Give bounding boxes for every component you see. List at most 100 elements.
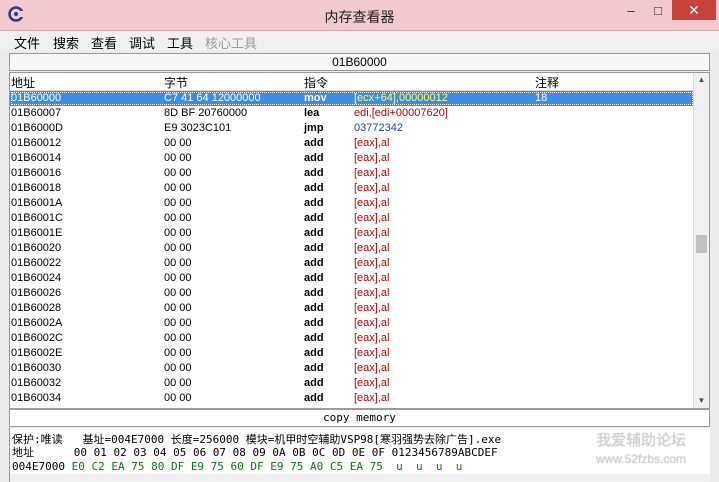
row-opcode: add [304, 242, 324, 254]
row-bytes: 00 00 [164, 182, 192, 194]
instruction-row[interactable]: 01B60016 00 00 add [eax],al [10, 166, 694, 181]
hex-header-line: 地址 00 01 02 03 04 05 06 07 08 09 0A 0B 0… [12, 446, 498, 459]
row-address: 01B60032 [11, 377, 62, 389]
window-title: 内存查看器 [324, 9, 395, 25]
instruction-row[interactable]: 01B60028 00 00 add [eax],al [10, 301, 694, 316]
row-address: 01B6001E [11, 227, 63, 239]
instruction-row[interactable]: 01B60014 00 00 add [eax],al [10, 151, 694, 166]
row-comment: 18 [535, 92, 548, 104]
instruction-row[interactable]: 01B60000 C7 41 64 12000000 mov [ecx+64],000… [10, 91, 694, 106]
row-opcode: add [304, 392, 324, 404]
row-opcode: add [304, 152, 324, 164]
instruction-row[interactable]: 01B6001A 00 00 add [eax],al [10, 196, 694, 211]
instruction-row[interactable]: 01B6002E 00 00 add [eax],al [10, 346, 694, 361]
row-address: 01B6001C [11, 212, 63, 224]
instruction-row[interactable]: 01B6001E 00 00 add [eax],al [10, 226, 694, 241]
hex-row-address: 004E7000 [12, 460, 65, 473]
row-bytes: 00 00 [164, 302, 192, 314]
vertical-scrollbar[interactable]: ▲ ▼ [693, 73, 709, 408]
row-bytes: 00 00 [164, 212, 192, 224]
disassembler-view[interactable]: 地址 字节 指令 注释 01B60000 C7 41 64 12000000 mov… [9, 72, 710, 409]
instruction-row[interactable]: 01B60022 00 00 add [eax],al [10, 256, 694, 271]
instruction-row[interactable]: 01B60032 00 00 add [eax],al [10, 376, 694, 391]
row-opcode: add [304, 257, 324, 269]
row-address: 01B60024 [11, 272, 62, 284]
instruction-row[interactable]: 01B60026 00 00 add [eax],al [10, 286, 694, 301]
row-address: 01B60014 [11, 152, 62, 164]
row-operands: 03772342 [354, 122, 403, 134]
menu-debug[interactable]: 调试 [129, 33, 155, 52]
instruction-row[interactable]: 01B60018 00 00 add [eax],al [10, 181, 694, 196]
row-address: 01B6001A [11, 197, 63, 209]
row-bytes: 00 00 [164, 167, 192, 179]
row-opcode: add [304, 182, 324, 194]
row-address: 01B60026 [11, 287, 62, 299]
row-address: 01B6002C [11, 332, 63, 344]
row-bytes: 00 00 [164, 197, 192, 209]
row-operands: [eax],al [354, 362, 390, 374]
row-operands: [eax],al [354, 242, 390, 254]
row-operands: [eax],al [354, 272, 390, 284]
instruction-row[interactable]: 01B60030 00 00 add [eax],al [10, 361, 694, 376]
hex-view[interactable]: 保护:唯读 基址=004E7000 长度=256000 模块=机甲时空辅助VSP… [9, 428, 710, 482]
menu-tools[interactable]: 工具 [167, 33, 193, 52]
row-address: 01B60018 [11, 182, 62, 194]
scroll-up-icon[interactable]: ▲ [694, 73, 709, 87]
menu-search[interactable]: 搜索 [53, 33, 79, 52]
row-bytes: 00 00 [164, 227, 192, 239]
instruction-row[interactable]: 01B60020 00 00 add [eax],al [10, 241, 694, 256]
instruction-row[interactable]: 01B60007 8D BF 20760000 lea edi,[edi+000076… [10, 106, 694, 121]
row-operands: [eax],al [354, 332, 390, 344]
menu-kernel-tools[interactable]: 核心工具 [205, 33, 257, 52]
row-opcode: add [304, 347, 324, 359]
row-bytes: 00 00 [164, 377, 192, 389]
row-address: 01B60034 [11, 392, 62, 404]
instruction-row[interactable]: 01B6002A 00 00 add [eax],al [10, 316, 694, 331]
instruction-row[interactable]: 01B60024 00 00 add [eax],al [10, 271, 694, 286]
row-address: 01B6002A [11, 317, 63, 329]
row-operands: [eax],al [354, 152, 390, 164]
row-operands: [eax],al [354, 137, 390, 149]
hex-bottom-strip [10, 474, 710, 482]
row-address: 01B60016 [11, 167, 62, 179]
row-opcode: add [304, 302, 324, 314]
current-address-display[interactable]: 01B60000 [9, 53, 710, 71]
scroll-thumb[interactable] [696, 235, 707, 253]
minimize-button[interactable]: – [617, 0, 645, 20]
instruction-row[interactable]: 01B60012 00 00 add [eax],al [10, 136, 694, 151]
row-bytes: 00 00 [164, 152, 192, 164]
instruction-row[interactable]: 01B6000D E9 3023C101 jmp 03772342 [10, 121, 694, 136]
row-bytes: 00 00 [164, 362, 192, 374]
instruction-row[interactable]: 01B6001C 00 00 add [eax],al [10, 211, 694, 226]
row-bytes: 00 00 [164, 257, 192, 269]
row-bytes: 00 00 [164, 332, 192, 344]
column-address[interactable]: 地址 [11, 74, 35, 91]
column-comment[interactable]: 注释 [535, 74, 559, 91]
scroll-down-icon[interactable]: ▼ [694, 394, 709, 408]
row-opcode: add [304, 332, 324, 344]
row-operands: [eax],al [354, 287, 390, 299]
row-address: 01B60012 [11, 137, 62, 149]
instruction-list: 01B60000 C7 41 64 12000000 mov [ecx+64],000… [10, 91, 694, 408]
hex-status-line: 保护:唯读 基址=004E7000 长度=256000 模块=机甲时空辅助VSP… [12, 433, 502, 446]
copy-memory-bar[interactable]: copy memory [9, 409, 710, 427]
hex-row-bytes: E0 C2 EA 75 80 DF E9 75 60 DF E9 75 A0 C… [64, 460, 463, 473]
menu-view[interactable]: 查看 [91, 33, 117, 52]
row-opcode: jmp [304, 122, 324, 134]
hex-data-row[interactable]: 004E7000 E0 C2 EA 75 80 DF E9 75 60 DF E… [12, 460, 462, 473]
instruction-row[interactable]: 01B6002C 00 00 add [eax],al [10, 331, 694, 346]
row-operands: [eax],al [354, 392, 390, 404]
row-address: 01B60000 [11, 92, 62, 104]
row-operands: [eax],al [354, 227, 390, 239]
close-button[interactable]: ✕ [672, 0, 716, 20]
instruction-row[interactable]: 01B60034 00 00 add [eax],al [10, 391, 694, 406]
row-address: 01B60028 [11, 302, 62, 314]
menu-file[interactable]: 文件 [14, 33, 40, 52]
row-address: 01B60030 [11, 362, 62, 374]
column-opcode[interactable]: 指令 [304, 74, 328, 91]
maximize-button[interactable]: □ [645, 0, 671, 20]
column-bytes[interactable]: 字节 [164, 74, 188, 91]
row-opcode: add [304, 212, 324, 224]
row-operands: [eax],al [354, 182, 390, 194]
row-opcode: add [304, 287, 324, 299]
